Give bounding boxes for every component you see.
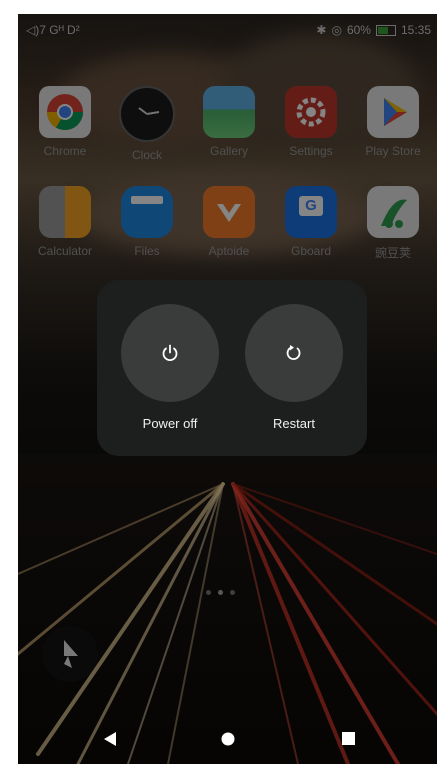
restart-button[interactable] (245, 304, 343, 402)
navigation-bar (18, 714, 437, 764)
power-off-label: Power off (142, 416, 198, 431)
power-off-button[interactable] (121, 304, 219, 402)
power-menu-dialog: Power off Restart (97, 280, 367, 456)
power-icon (162, 344, 178, 362)
recents-icon[interactable] (342, 732, 356, 746)
restart-label: Restart (273, 416, 315, 431)
phone-screen: ◁)7 Gᴴ D² ✱ ◎ 60% 15:35 Chrome Clock Gal… (18, 14, 437, 764)
home-icon[interactable] (221, 732, 235, 746)
restart-icon (286, 345, 301, 360)
back-icon[interactable] (104, 732, 118, 746)
